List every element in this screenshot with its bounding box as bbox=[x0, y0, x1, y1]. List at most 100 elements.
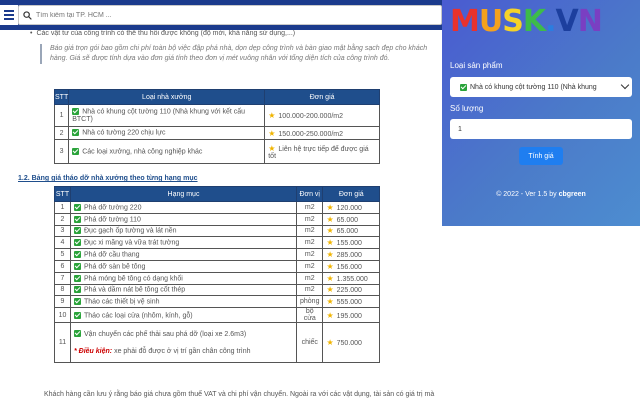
logo-letter: . bbox=[545, 4, 556, 39]
calculate-price-button[interactable]: Tính giá bbox=[519, 147, 563, 165]
item-cell: Tháo các loại cửa (nhôm, kính, gỗ) bbox=[70, 307, 297, 324]
price-calculator-panel: MUSK.VN Loại sản phẩm Nhà có khung cột t… bbox=[442, 0, 640, 226]
table-row: 6 Phá dỡ sàn bê tông m2 ★ 156.000 bbox=[54, 259, 380, 273]
check-icon bbox=[74, 262, 81, 270]
star-icon: ★ bbox=[326, 226, 334, 236]
star-icon: ★ bbox=[326, 202, 334, 212]
stt-cell: 3 bbox=[54, 224, 71, 238]
check-icon bbox=[74, 215, 81, 223]
table-row: 10 Tháo các loại cửa (nhôm, kính, gỗ) bộ c… bbox=[54, 307, 380, 324]
factory-type-price-table: STT Loại nhà xưởng Đơn giá 1 Nhà có khun… bbox=[53, 89, 380, 164]
cell-text: 155.000 bbox=[336, 240, 362, 248]
price-cell: ★ 555.000 bbox=[322, 295, 380, 309]
stt-cell: 10 bbox=[54, 307, 71, 324]
product-type-select[interactable]: Nhà có khung cột tường 110 (Nhà khung bbox=[450, 77, 632, 97]
stt-cell: 8 bbox=[54, 283, 71, 297]
star-icon: ★ bbox=[326, 261, 334, 271]
item-cell: Phá và dầm nát bê tông cốt thép bbox=[70, 283, 297, 297]
unit-cell: m2 bbox=[295, 236, 324, 250]
condition-note: * Điều kiện: xe phải đỗ được ở vị trí gầ… bbox=[74, 346, 293, 357]
product-type-label: Loại sản phẩm bbox=[450, 61, 503, 70]
check-icon bbox=[72, 147, 80, 155]
search-input[interactable] bbox=[36, 11, 416, 19]
star-icon: ★ bbox=[326, 250, 334, 260]
table-row: 1 Nhà có khung cột tường 110 (Nhà khung … bbox=[53, 104, 380, 127]
price-cell: ★ 225.000 bbox=[322, 283, 380, 297]
cell-text: 150.000-250.000/m2 bbox=[278, 130, 344, 138]
logo-letter: K bbox=[522, 4, 546, 39]
item-line: Vận chuyển các phế thải sau phá dỡ (loại… bbox=[74, 329, 293, 340]
cell-text: 120.000 bbox=[336, 204, 362, 212]
table-header: Đơn vị bbox=[295, 186, 324, 202]
name-cell: Nhà có khung cột tường 110 (Nhà khung vớ… bbox=[68, 104, 266, 127]
unit-cell: m2 bbox=[295, 283, 324, 297]
stt-cell: 9 bbox=[54, 295, 71, 309]
cell-text: 285.000 bbox=[336, 252, 362, 260]
price-cell: ★ 150.000-250.000/m2 bbox=[264, 126, 380, 140]
unit-cell: m2 bbox=[295, 201, 324, 214]
copyright: © 2022 - Ver 1.5 by cbgreen bbox=[442, 191, 640, 198]
cell-text: Phá dỡ sàn bê tông bbox=[84, 263, 146, 271]
cell-text: Nhà có khung cột tường 110 (Nhà khung vớ… bbox=[72, 108, 246, 123]
price-cell: ★ 65.000 bbox=[322, 224, 380, 238]
blockquote: Báo giá trọn gói bao gồm chi phí toàn bộ… bbox=[40, 44, 434, 64]
logo-letter: N bbox=[577, 4, 603, 39]
stt-cell: 1 bbox=[54, 201, 71, 214]
unit-cell: m2 bbox=[295, 271, 324, 285]
unit-cell: m2 bbox=[295, 248, 324, 261]
table-header: Đơn giá bbox=[322, 186, 380, 202]
cell-text: 1.355.000 bbox=[336, 275, 368, 283]
selected-option: Nhà có khung cột tường 110 (Nhà khung bbox=[470, 83, 597, 91]
table-header: Đơn giá bbox=[264, 89, 380, 105]
price-cell: ★ Liên hệ trực tiếp để được giá tốt bbox=[264, 139, 380, 164]
cell-text: 195.000 bbox=[336, 312, 362, 320]
search-box[interactable] bbox=[18, 5, 442, 25]
item-cell: Phá dỡ sàn bê tông bbox=[70, 259, 297, 273]
unit-cell: m2 bbox=[295, 259, 324, 273]
table-row: 1 Phá dỡ tường 220 m2 ★ 120.000 bbox=[54, 201, 380, 214]
quantity-input[interactable] bbox=[450, 119, 632, 139]
cell-text: 750.000 bbox=[336, 340, 362, 348]
table-row: 8 Phá và dầm nát bê tông cốt thép m2 ★ 225.0… bbox=[54, 283, 380, 297]
stt-cell: 7 bbox=[54, 271, 71, 285]
table-row: 4 Đục xi măng và vữa trát tường m2 ★ 155.000 bbox=[54, 236, 380, 250]
star-icon: ★ bbox=[326, 310, 334, 320]
table-header: Loại nhà xưởng bbox=[68, 89, 266, 105]
cell-text: Phá và dầm nát bê tông cốt thép bbox=[84, 286, 186, 294]
name-cell: Các loại xưởng, nhà công nghiệp khác bbox=[68, 139, 266, 164]
stt-cell: 1 bbox=[53, 104, 70, 127]
cell-text: 100.000-200.000/m2 bbox=[278, 113, 344, 120]
star-icon: ★ bbox=[326, 238, 334, 248]
section-heading: 1.2. Bảng giá tháo dỡ nhà xưởng theo từn… bbox=[18, 175, 198, 182]
table-header: STT bbox=[53, 89, 70, 105]
check-icon bbox=[74, 286, 81, 294]
star-icon: ★ bbox=[326, 338, 334, 348]
check-icon bbox=[74, 274, 81, 282]
star-icon: ★ bbox=[326, 273, 334, 283]
star-icon: ★ bbox=[268, 111, 276, 120]
check-icon bbox=[74, 239, 81, 247]
logo-letter: U bbox=[478, 4, 503, 39]
quantity-label: Số lượng bbox=[450, 104, 484, 113]
stt-cell: 2 bbox=[53, 126, 70, 140]
copyright-text: © 2022 - Ver 1.5 by bbox=[496, 191, 559, 198]
cell-text: Đục gạch ốp tường và lát nền bbox=[84, 227, 177, 235]
price-cell: ★ 65.000 bbox=[322, 212, 380, 226]
footer-note: Khách hàng cần lưu ý rằng báo giá chưa g… bbox=[44, 391, 435, 398]
author-name: cbgreen bbox=[558, 191, 586, 198]
table-row: 3 Các loại xưởng, nhà công nghiệp khác ★… bbox=[53, 139, 380, 164]
star-icon: ★ bbox=[268, 143, 276, 153]
check-icon bbox=[74, 330, 81, 338]
check-icon bbox=[74, 250, 81, 258]
stt-cell: 2 bbox=[54, 212, 71, 226]
check-icon bbox=[74, 227, 81, 235]
cell-text: 65.000 bbox=[336, 216, 359, 224]
logo-letter: M bbox=[450, 4, 480, 39]
cell-text: 65.000 bbox=[336, 228, 359, 236]
condition-label: * Điều kiện: bbox=[74, 347, 113, 355]
cell-text: Phá dỡ tường 110 bbox=[84, 215, 141, 223]
cell-text: Phá dỡ cầu thang bbox=[84, 251, 140, 259]
hamburger-menu-icon[interactable] bbox=[0, 5, 18, 25]
unit-cell: bộ cửa bbox=[295, 307, 324, 324]
check-icon bbox=[72, 108, 80, 116]
